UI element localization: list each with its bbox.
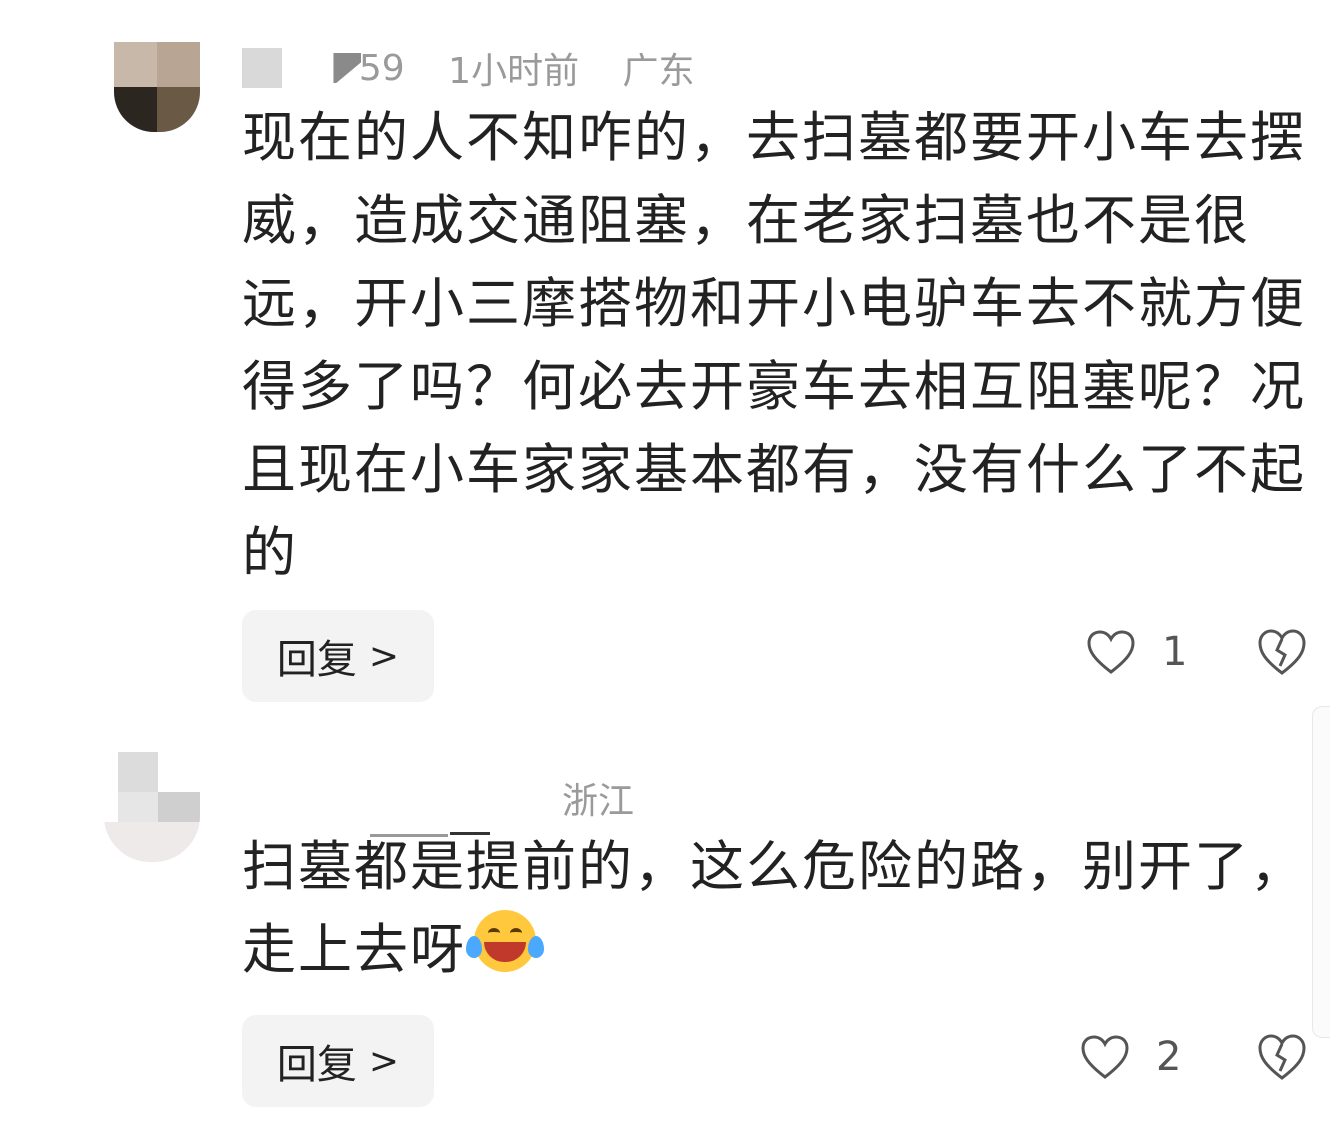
comment-line: 得多了吗？何必去开豪车去相互阻塞呢？况 — [242, 355, 1306, 418]
chevron-right-icon: > — [368, 1040, 400, 1082]
comment-text: 扫墓都是提前的，这么危险的路，别开了， 走上去呀 — [242, 825, 1322, 991]
like-count: 2 — [1156, 1034, 1182, 1080]
comment-item: 浙江 扫墓都是提前的，这么危险的路，别开了， 走上去呀 回复 > 2 — [0, 730, 1330, 1144]
mosaic-fragment — [333, 53, 362, 83]
like-count: 1 — [1162, 629, 1188, 675]
comment-line: 的 — [242, 521, 298, 584]
comment-item: 59 1小时前 广东 现在的人不知咋的，去扫墓都要开小车去摆 威，造成交通阻塞，… — [0, 0, 1330, 710]
comment-line: 走上去呀 — [242, 908, 1322, 991]
comment-time: 1小时前 — [448, 51, 580, 92]
comment-meta: 59 1小时前 广东 — [242, 42, 727, 92]
comment-line: 远，开小三摩搭物和开小电驴车去不就方便 — [242, 272, 1306, 335]
comment-text: 现在的人不知咋的，去扫墓都要开小车去摆 威，造成交通阻塞，在老家扫墓也不是很 远… — [242, 96, 1322, 594]
comment-location: 广东 — [622, 51, 695, 92]
username-mosaic[interactable] — [242, 48, 282, 88]
laughing-crying-emoji — [466, 910, 544, 978]
comment-line-text: 走上去呀 — [242, 918, 466, 981]
heart-icon — [1081, 1035, 1129, 1079]
reply-button[interactable]: 回复 > — [242, 1015, 434, 1107]
avatar[interactable] — [114, 42, 200, 132]
comment-line: 扫墓都是提前的，这么危险的路，别开了， — [242, 835, 1306, 898]
broken-heart-icon[interactable] — [1256, 626, 1308, 678]
broken-heart-icon[interactable] — [1256, 1031, 1308, 1083]
scrollbar[interactable] — [1312, 706, 1330, 1038]
comment-meta: 浙江 — [562, 772, 666, 824]
comment-line: 现在的人不知咋的，去扫墓都要开小车去摆 — [242, 106, 1306, 169]
comment-line: 威，造成交通阻塞，在老家扫墓也不是很 — [242, 189, 1250, 252]
heart-icon — [1087, 630, 1135, 674]
avatar[interactable] — [104, 752, 200, 862]
like-button[interactable]: 1 — [1086, 622, 1187, 682]
like-count-partial: 59 — [358, 47, 405, 89]
comment-line: 且现在小车家家基本都有，没有什么了不起 — [242, 438, 1306, 501]
comment-location: 浙江 — [562, 781, 635, 822]
like-button[interactable]: 2 — [1080, 1027, 1181, 1087]
reply-label: 回复 — [276, 637, 357, 683]
reply-label: 回复 — [276, 1042, 357, 1088]
chevron-right-icon: > — [368, 635, 400, 677]
reply-button[interactable]: 回复 > — [242, 610, 434, 702]
